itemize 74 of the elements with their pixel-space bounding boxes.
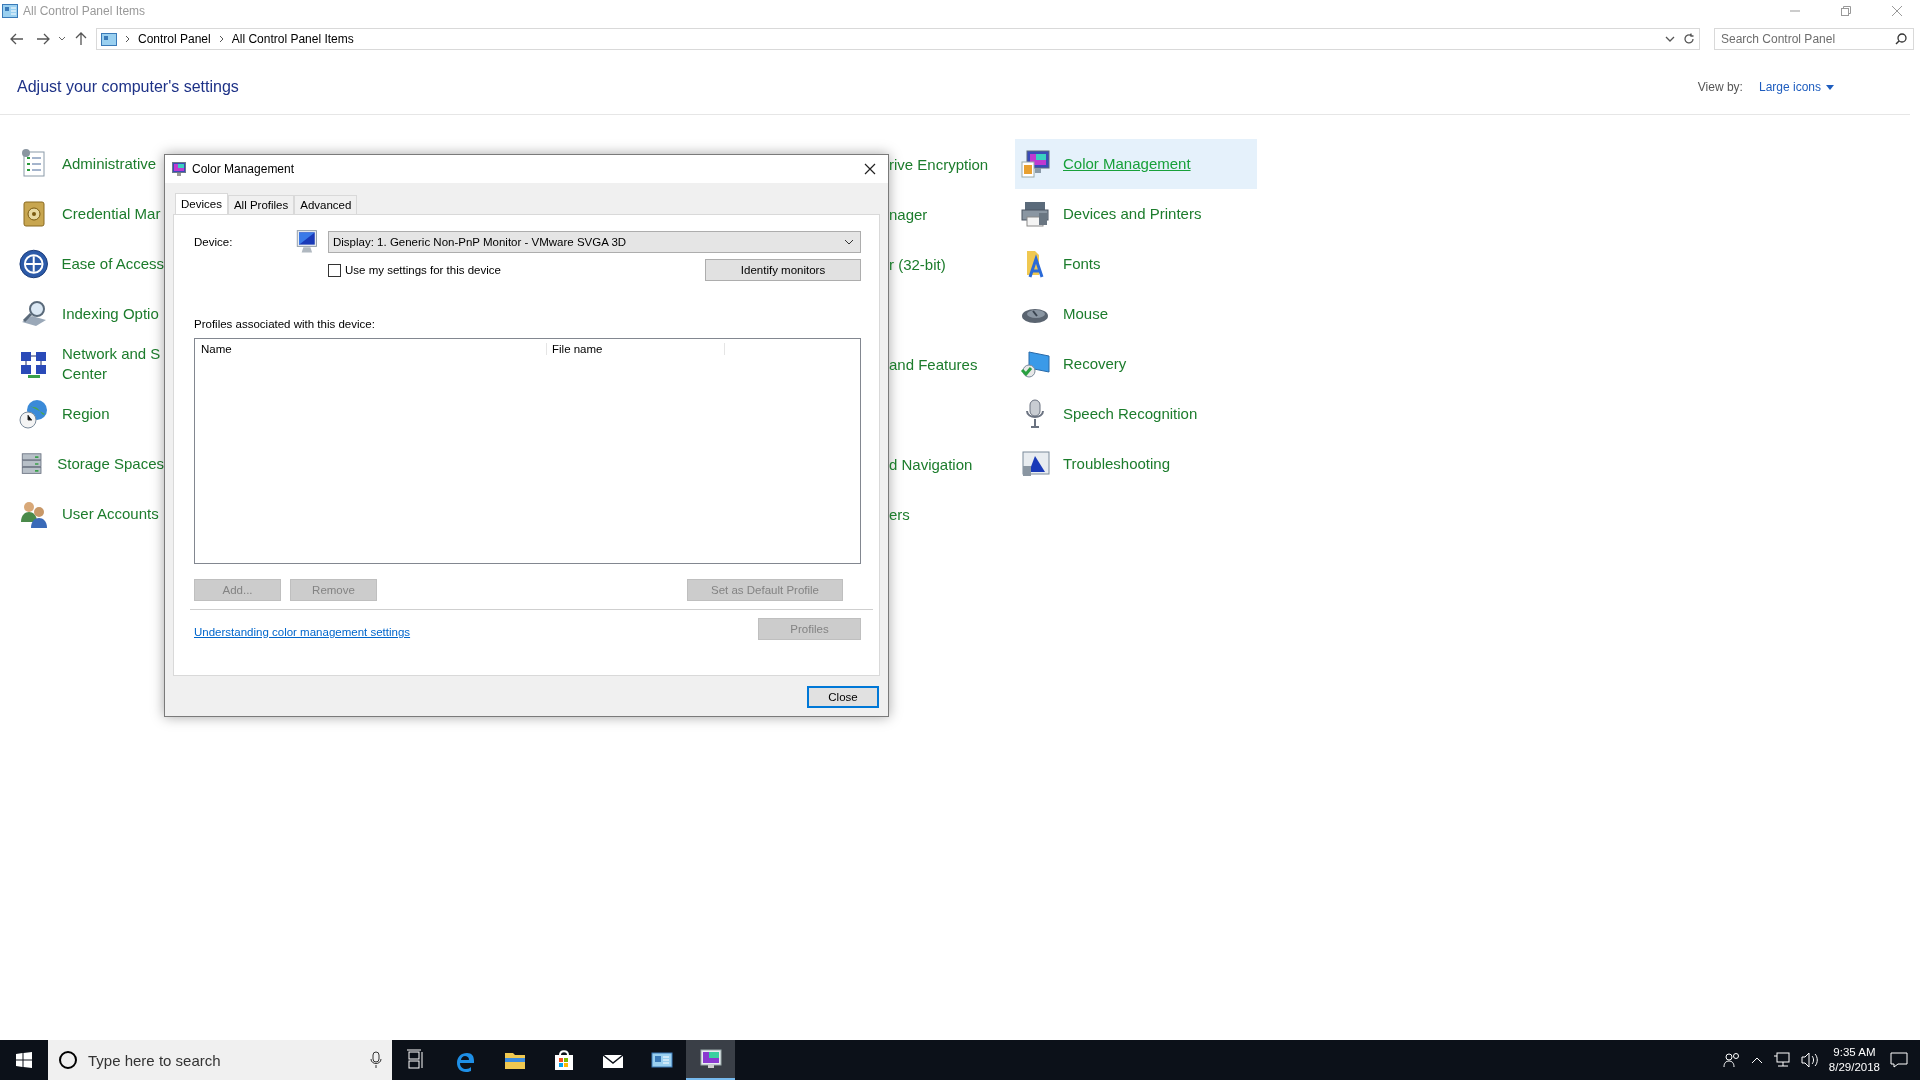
recovery-icon: [1019, 348, 1051, 380]
search-circle-icon: [58, 1050, 78, 1070]
identify-monitors-button[interactable]: Identify monitors: [705, 259, 861, 281]
recent-dropdown-icon[interactable]: [58, 36, 66, 42]
device-label: Device:: [194, 236, 234, 248]
control-panel-item[interactable]: Network and S Center: [18, 339, 164, 389]
caret-icon: [1826, 84, 1834, 90]
control-panel-item[interactable]: Fonts: [1015, 239, 1257, 289]
refresh-icon[interactable]: [1683, 33, 1695, 45]
accessibility-icon: [18, 248, 50, 280]
page-heading: Adjust your computer's settings: [17, 78, 239, 96]
close-icon[interactable]: [864, 163, 876, 175]
view-by-label: View by:: [1697, 80, 1743, 94]
profiles-label: Profiles associated with this device:: [194, 318, 376, 330]
windows-logo-icon: [16, 1052, 32, 1068]
window-title: All Control Panel Items: [23, 4, 147, 18]
people-icon[interactable]: [1722, 1052, 1741, 1068]
control-panel-item[interactable]: ers: [889, 505, 910, 523]
control-panel-item[interactable]: User Accounts: [18, 489, 164, 539]
control-panel-item[interactable]: Color Management: [1015, 139, 1257, 189]
chevron-icon: [125, 35, 130, 43]
chevron-icon: [218, 35, 224, 43]
dropdown-icon[interactable]: [1665, 35, 1675, 43]
control-panel-item[interactable]: nager: [889, 205, 928, 223]
monitor-icon: [1019, 148, 1051, 180]
globe-clock-icon: [18, 398, 50, 430]
control-panel-item[interactable]: r (32-bit): [889, 255, 946, 273]
volume-icon[interactable]: [1800, 1052, 1819, 1068]
profiles-list[interactable]: Name File name: [194, 338, 861, 564]
forward-arrow-icon[interactable]: [36, 33, 50, 45]
control-panel-icon: [101, 32, 117, 46]
control-panel-item[interactable]: Devices and Printers: [1015, 189, 1257, 239]
restore-icon[interactable]: [1841, 6, 1851, 16]
breadcrumb[interactable]: Control Panel: [138, 32, 211, 46]
control-panel-item[interactable]: d Navigation: [889, 455, 973, 473]
checkbox[interactable]: [328, 263, 341, 277]
address-bar[interactable]: Control Panel All Control Panel Items: [96, 28, 1700, 50]
close-button[interactable]: Close: [807, 686, 879, 708]
monitor-icon: [172, 162, 186, 176]
control-panel-item[interactable]: Troubleshooting: [1015, 439, 1257, 489]
notification-icon[interactable]: [1890, 1052, 1908, 1068]
control-panel-item[interactable]: rive Encryption: [889, 155, 989, 173]
network-icon[interactable]: [1772, 1052, 1791, 1068]
tab[interactable]: Devices: [175, 193, 228, 214]
control-panel-item[interactable]: Ease of Access: [18, 239, 164, 289]
control-panel-item[interactable]: Speech Recognition: [1015, 389, 1257, 439]
column-header[interactable]: Name: [195, 343, 547, 355]
control-panel-item[interactable]: Storage Spaces: [18, 439, 164, 489]
control-panel-item[interactable]: Region: [18, 389, 164, 439]
tab[interactable]: Advanced: [294, 195, 358, 214]
search-icon: [1895, 33, 1907, 45]
dialog-title: Color Management: [192, 162, 296, 176]
control-panel-item[interactable]: Indexing Optio: [18, 289, 164, 339]
column-header[interactable]: File name: [547, 343, 725, 355]
control-panel-item[interactable]: and Features: [889, 355, 978, 373]
view-by-dropdown[interactable]: Large icons: [1758, 80, 1834, 94]
taskbar-app[interactable]: [686, 1040, 735, 1080]
clock[interactable]: 9:35 AM 8/29/2018: [1828, 1045, 1880, 1075]
help-link[interactable]: Understanding color management settings: [194, 626, 411, 638]
tab[interactable]: All Profiles: [227, 195, 295, 214]
control-panel-item[interactable]: Mouse: [1015, 289, 1257, 339]
taskbar-search-field[interactable]: Type here to search: [48, 1040, 392, 1080]
control-panel-item[interactable]: Administrative: [18, 139, 164, 189]
back-arrow-icon[interactable]: [10, 33, 24, 45]
breadcrumb[interactable]: All Control Panel Items: [231, 32, 354, 46]
control-panel-item[interactable]: Credential Mar: [18, 189, 164, 239]
caret-icon: [844, 239, 854, 245]
device-dropdown[interactable]: Display: 1. Generic Non-PnP Monitor - VMware SVGA 3D: [328, 231, 861, 253]
microphone-icon[interactable]: [370, 1051, 382, 1069]
chevron-up-icon[interactable]: [1750, 1056, 1763, 1064]
up-arrow-icon[interactable]: [75, 32, 87, 46]
search-field[interactable]: Search Control Panel: [1714, 28, 1914, 50]
control-panel-item[interactable]: Recovery: [1015, 339, 1257, 389]
checkbox-label[interactable]: Use my settings for this device: [345, 264, 501, 276]
